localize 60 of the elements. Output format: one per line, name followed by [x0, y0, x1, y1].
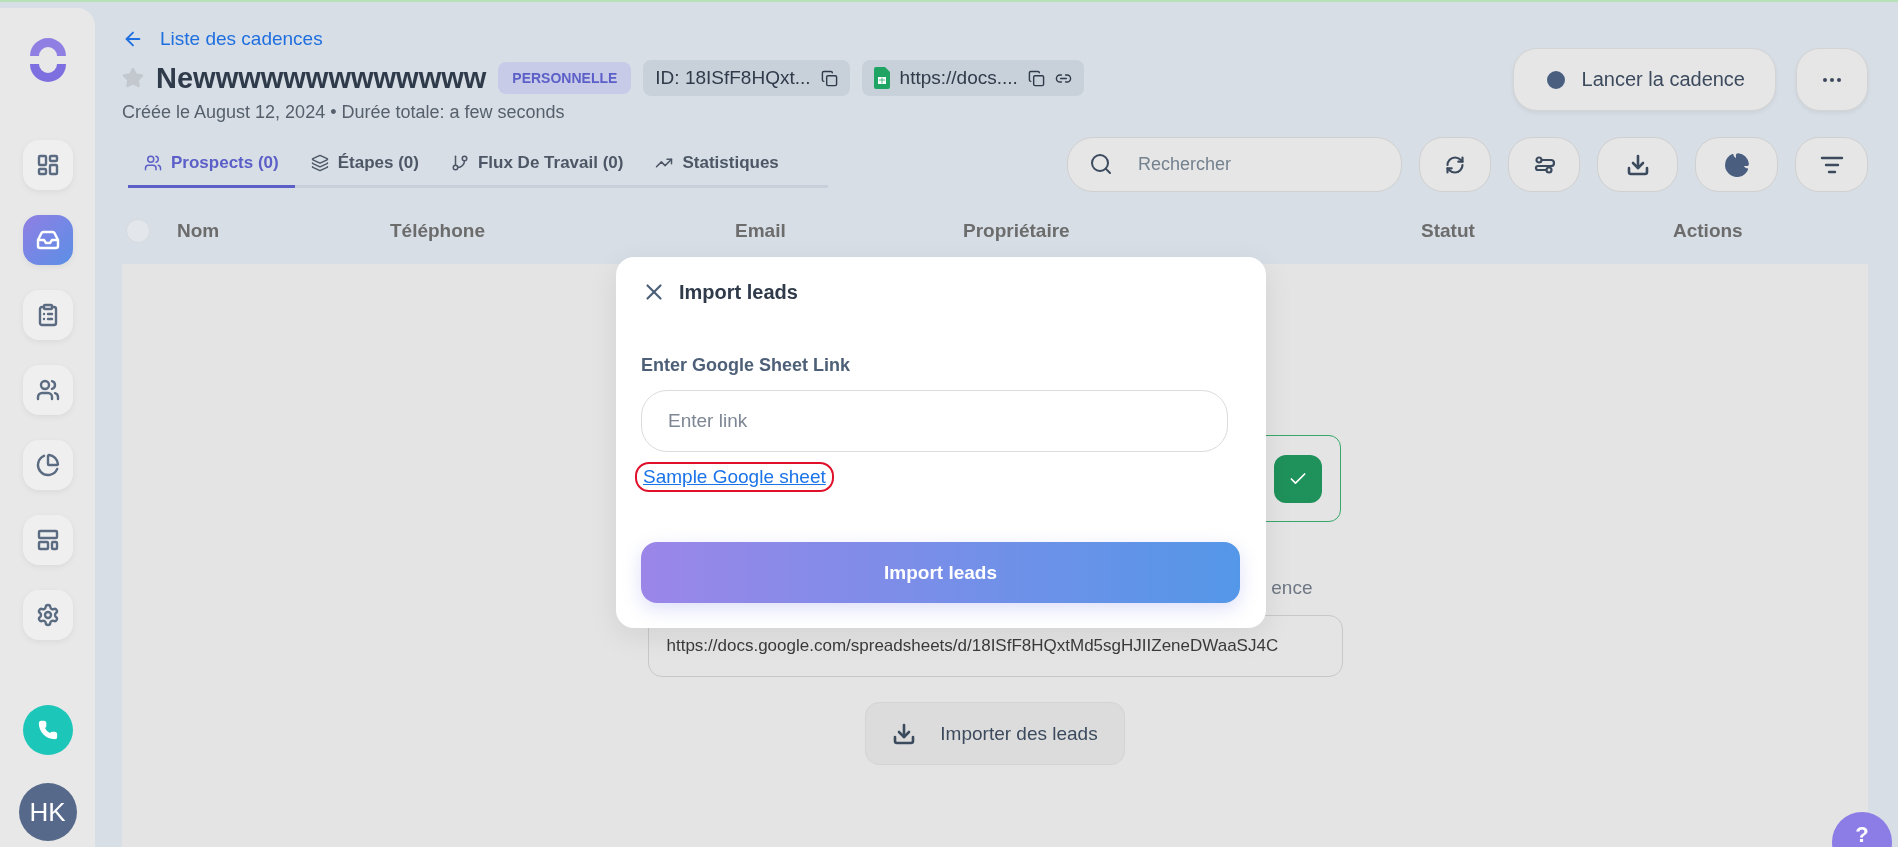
dashboard-icon — [35, 153, 60, 177]
filter-button[interactable] — [1795, 137, 1868, 192]
id-chip: ID: 18ISfF8HQxt... — [643, 60, 850, 96]
spreadsheet-icon — [873, 67, 890, 89]
cadences-icon — [35, 228, 60, 252]
search-icon — [1089, 152, 1113, 176]
type-badge: PERSONNELLE — [498, 62, 632, 94]
sidebar-item[interactable] — [22, 440, 73, 490]
layers-icon — [310, 154, 329, 172]
link-input-field[interactable]: Enter link — [641, 390, 1228, 452]
column-header: Statut — [1421, 220, 1476, 242]
sidebar-item[interactable] — [22, 215, 73, 265]
dialog-title: Import leads — [679, 280, 798, 304]
hint-text: ence — [1271, 577, 1313, 599]
column-header: Téléphone — [390, 220, 486, 242]
search-field[interactable]: Rechercher — [1067, 137, 1402, 192]
settings-icon — [35, 603, 60, 627]
contacts-icon — [35, 378, 60, 402]
help-button[interactable]: ? — [1832, 812, 1892, 847]
refresh-button[interactable] — [1419, 137, 1491, 192]
import-leads-button[interactable]: Import leads — [641, 542, 1240, 603]
column-header: Nom — [177, 220, 221, 242]
back-link[interactable]: Liste des cadences — [122, 28, 1084, 50]
tab[interactable]: Statistiques — [639, 141, 795, 188]
column-header: Propriétaire — [963, 220, 1071, 242]
tab[interactable]: Flux De Travail (0) — [434, 141, 640, 188]
tab[interactable]: Étapes (0) — [294, 141, 435, 188]
column-header: Email — [735, 220, 787, 242]
sample-sheet-link[interactable]: Sample Google sheet — [635, 462, 834, 492]
cadence-subtitle: Créée le August 12, 2024 • Durée totale: a few seconds — [122, 102, 566, 123]
cadence-title: Newwwwwwwwwwwww — [156, 61, 487, 95]
sheet-chip: https://docs.... — [861, 60, 1084, 96]
sidebar-item[interactable] — [22, 590, 73, 640]
flow-icon — [450, 154, 469, 172]
pie-chart-icon — [1723, 151, 1750, 178]
people-icon — [144, 154, 162, 172]
download-icon — [1625, 152, 1650, 177]
column-header: Actions — [1673, 220, 1744, 242]
copy-icon[interactable] — [1027, 69, 1045, 87]
sidebar-item[interactable] — [22, 365, 73, 415]
sidebar-item[interactable] — [22, 290, 73, 340]
tab[interactable]: Prospects (0) — [128, 141, 295, 188]
templates-icon — [35, 528, 60, 552]
refresh-icon — [1445, 154, 1465, 175]
sidebar-item[interactable] — [22, 140, 73, 190]
toggles-button[interactable] — [1508, 137, 1580, 192]
user-avatar[interactable]: HK — [18, 783, 77, 841]
phone-icon — [37, 720, 58, 740]
copy-icon[interactable] — [820, 69, 838, 87]
sidebar-item[interactable] — [22, 515, 73, 565]
launch-button[interactable]: Lancer la cadence — [1512, 48, 1776, 111]
download-button[interactable] — [1597, 137, 1678, 192]
field-label: Enter Google Sheet Link — [641, 355, 852, 376]
import-button[interactable]: Importer des leads — [865, 702, 1125, 765]
more-icon — [1823, 77, 1841, 82]
download-icon — [892, 721, 917, 746]
toggles-icon — [1533, 154, 1555, 175]
chart-button[interactable] — [1695, 137, 1778, 192]
confirm-button[interactable] — [1273, 454, 1322, 503]
reports-icon — [35, 453, 60, 477]
